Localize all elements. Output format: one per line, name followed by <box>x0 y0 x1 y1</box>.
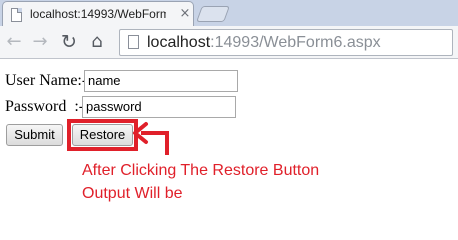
annotation-line-2: Output Will be <box>82 185 183 202</box>
tab-title: localhost:14993/WebForm <box>30 7 166 21</box>
browser-toolbar: ← → ↻ ⌂ localhost:14993/WebForm6.aspx <box>0 26 458 59</box>
browser-tab[interactable]: localhost:14993/WebForm × <box>2 1 194 27</box>
page-icon <box>11 8 22 22</box>
url-text: localhost:14993/WebForm6.aspx <box>147 33 381 53</box>
tab-strip: localhost:14993/WebForm × <box>0 0 458 27</box>
page-icon <box>128 35 139 49</box>
restore-button[interactable]: Restore <box>72 124 133 146</box>
password-input[interactable]: password <box>82 96 236 118</box>
annotation-line-1: After Clicking The Restore Button <box>82 162 320 179</box>
submit-button[interactable]: Submit <box>6 124 63 146</box>
url-path: :14993/WebForm6.aspx <box>210 34 381 51</box>
arrow-icon <box>133 122 169 155</box>
username-label: User Name:- <box>5 72 88 89</box>
username-input[interactable]: name <box>84 70 238 92</box>
reload-icon[interactable]: ↻ <box>58 30 80 54</box>
home-icon[interactable]: ⌂ <box>86 30 108 54</box>
back-icon[interactable]: ← <box>3 30 25 54</box>
url-host: localhost <box>147 34 211 51</box>
close-icon[interactable]: × <box>178 6 192 22</box>
new-tab-button[interactable] <box>196 6 230 22</box>
address-bar[interactable]: localhost:14993/WebForm6.aspx <box>119 29 453 56</box>
page-content: User Name:- name Password :- password Su… <box>0 59 458 240</box>
password-label: Password :- <box>5 98 85 115</box>
forward-icon[interactable]: → <box>29 30 51 54</box>
